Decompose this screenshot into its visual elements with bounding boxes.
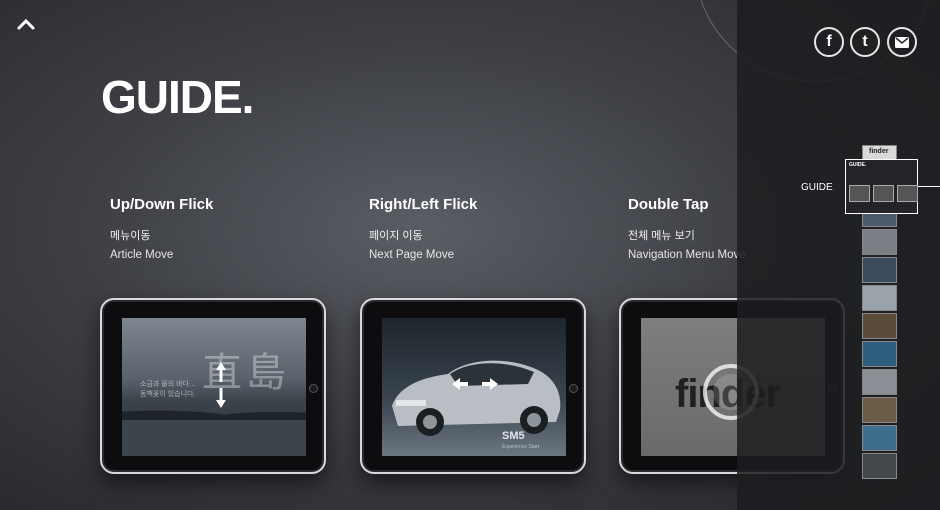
screen-subtitle: Experience Start bbox=[502, 444, 539, 450]
mini-tablet bbox=[873, 185, 894, 202]
guide-korean: 메뉴이동 bbox=[110, 230, 151, 242]
landscape-water bbox=[122, 420, 306, 456]
scroll-top-button[interactable] bbox=[14, 12, 38, 36]
active-page-label: GUIDE bbox=[801, 182, 833, 193]
tablet-screen: 直島 소금과 물의 바다… 동백꽃이 있습니다. bbox=[122, 318, 306, 456]
twitter-icon: t bbox=[862, 33, 868, 50]
tablet-right-left: SM5 Experience Start bbox=[360, 298, 586, 474]
page-thumbnail[interactable] bbox=[862, 341, 897, 367]
mail-icon bbox=[895, 36, 909, 48]
page-thumbnail[interactable] bbox=[862, 397, 897, 423]
twitter-share-button[interactable]: t bbox=[850, 27, 880, 57]
page-thumbnail[interactable] bbox=[862, 313, 897, 339]
navigation-panel bbox=[737, 0, 940, 510]
tablet-up-down: 直島 소금과 물의 바다… 동백꽃이 있습니다. bbox=[100, 298, 326, 474]
guide-english: Next Page Move bbox=[369, 249, 455, 261]
facebook-share-button[interactable]: f bbox=[814, 27, 844, 57]
tablet-home-button bbox=[309, 384, 318, 393]
arrow-left-right-icon bbox=[452, 378, 498, 390]
screen-model: SM5 bbox=[502, 430, 525, 442]
guide-english: Article Move bbox=[110, 249, 174, 261]
page-thumbnail[interactable] bbox=[862, 453, 897, 479]
chevron-up-icon bbox=[17, 18, 35, 30]
arrow-down-icon bbox=[216, 388, 226, 408]
guide-right-left: Right/Left Flick 페이지 이동 Next Page Move bbox=[369, 196, 609, 261]
mini-tablet bbox=[849, 185, 870, 202]
tablet-home-button bbox=[569, 384, 578, 393]
facebook-icon: f bbox=[826, 33, 832, 50]
mail-share-button[interactable] bbox=[887, 27, 917, 57]
guide-korean: 페이지 이동 bbox=[369, 230, 423, 242]
thumbnail-label: finder bbox=[869, 148, 889, 155]
page-thumbnail[interactable] bbox=[862, 257, 897, 283]
arrow-up-icon bbox=[216, 362, 226, 382]
page-thumbnail[interactable] bbox=[862, 369, 897, 395]
page-thumbnail[interactable] bbox=[862, 285, 897, 311]
page-thumbnail[interactable] bbox=[862, 229, 897, 255]
active-page-thumbnail[interactable]: GUIDE. bbox=[845, 159, 918, 214]
guide-heading: Right/Left Flick bbox=[369, 196, 478, 213]
active-indicator-line bbox=[918, 186, 940, 187]
landscape-hills bbox=[122, 402, 306, 422]
page-title: GUIDE. bbox=[101, 71, 254, 123]
guide-up-down: Up/Down Flick 메뉴이동 Article Move bbox=[110, 196, 350, 261]
mini-title: GUIDE. bbox=[849, 162, 867, 168]
page-thumbnail[interactable] bbox=[862, 425, 897, 451]
mini-tablet bbox=[897, 185, 918, 202]
car-image bbox=[392, 360, 561, 436]
guide-heading: Up/Down Flick bbox=[110, 196, 214, 213]
tablet-screen: SM5 Experience Start bbox=[382, 318, 566, 456]
screen-text: 소금과 물의 바다… 동백꽃이 있습니다. bbox=[140, 381, 196, 398]
